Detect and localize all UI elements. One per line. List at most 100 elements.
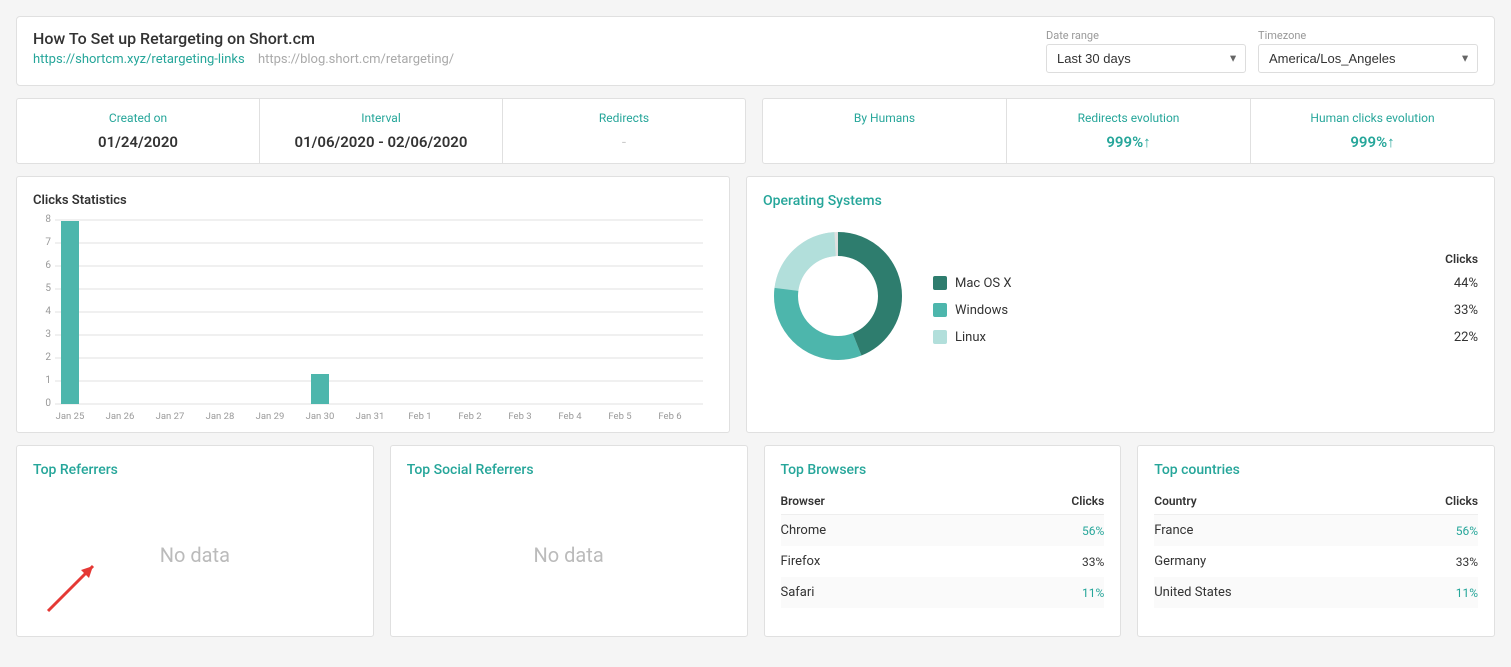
country-row-france: France 56% xyxy=(1154,515,1478,547)
date-range-select[interactable]: Last 30 days xyxy=(1046,44,1246,73)
stat-created-on: Created on 01/24/2020 xyxy=(17,99,260,163)
svg-text:Feb 5: Feb 5 xyxy=(608,411,631,422)
legend-name-mac: Mac OS X xyxy=(955,276,1454,291)
browser-col-header: Browser xyxy=(781,488,969,515)
legend-name-linux: Linux xyxy=(955,330,1454,345)
no-data-social: No data xyxy=(534,543,604,567)
country-pct: 33% xyxy=(1382,546,1478,577)
svg-text:0: 0 xyxy=(45,398,51,409)
stat-label: Redirects evolution xyxy=(1023,111,1234,125)
svg-text:Feb 6: Feb 6 xyxy=(658,411,681,422)
country-row-germany: Germany 33% xyxy=(1154,546,1478,577)
legend-item-mac: Mac OS X 44% xyxy=(933,276,1478,291)
svg-text:Jan 25: Jan 25 xyxy=(56,411,85,422)
controls-row: Date range Last 30 days ▼ Timezone Ameri… xyxy=(1046,29,1478,73)
legend-color-windows xyxy=(933,303,947,317)
top-browsers-title: Top Browsers xyxy=(781,462,1105,478)
svg-text:8: 8 xyxy=(45,214,51,225)
legend-color-mac xyxy=(933,276,947,290)
top-social-card: Top Social Referrers No data xyxy=(390,445,748,637)
legend-item-linux: Linux 22% xyxy=(933,330,1478,345)
os-title: Operating Systems xyxy=(763,193,1478,209)
browser-row-firefox: Firefox 33% xyxy=(781,546,1105,577)
stat-label: By Humans xyxy=(779,111,990,125)
stat-interval: Interval 01/06/2020 - 02/06/2020 xyxy=(260,99,503,163)
svg-text:3: 3 xyxy=(45,329,51,340)
stat-value: 01/24/2020 xyxy=(33,133,243,151)
top-countries-card: Top countries Country Clicks France 56% … xyxy=(1137,445,1495,637)
timezone-select[interactable]: America/Los_Angeles xyxy=(1258,44,1478,73)
stat-redirects-evolution: Redirects evolution 999%↑ xyxy=(1007,99,1251,163)
svg-text:Feb 1: Feb 1 xyxy=(408,411,431,422)
country-name: Germany xyxy=(1154,546,1381,577)
country-name: United States xyxy=(1154,577,1381,608)
country-col-header: Country xyxy=(1154,488,1381,515)
top-countries-title: Top countries xyxy=(1154,462,1478,478)
stat-human-clicks-evolution: Human clicks evolution 999%↑ xyxy=(1251,99,1494,163)
timezone-group: Timezone America/Los_Angeles ▼ xyxy=(1258,29,1478,73)
url-gray: https://blog.short.cm/retargeting/ xyxy=(258,52,454,67)
svg-text:4: 4 xyxy=(45,306,51,317)
svg-text:Feb 3: Feb 3 xyxy=(508,411,531,422)
top-referrers-title: Top Referrers xyxy=(33,462,357,478)
date-range-label: Date range xyxy=(1046,29,1246,42)
svg-text:Jan 28: Jan 28 xyxy=(206,411,235,422)
browser-pct: 56% xyxy=(969,515,1105,547)
stat-label: Human clicks evolution xyxy=(1267,111,1478,125)
legend-header: Clicks xyxy=(933,252,1478,266)
legend-pct-linux: 22% xyxy=(1454,330,1478,345)
svg-text:Jan 27: Jan 27 xyxy=(156,411,185,422)
legend-pct-windows: 33% xyxy=(1454,303,1478,318)
stat-redirects: Redirects - xyxy=(503,99,745,163)
legend-name-windows: Windows xyxy=(955,303,1454,318)
svg-text:Feb 4: Feb 4 xyxy=(558,411,582,422)
date-range-group: Date range Last 30 days ▼ xyxy=(1046,29,1246,73)
browser-row-chrome: Chrome 56% xyxy=(781,515,1105,547)
header-left: How To Set up Retargeting on Short.cm ht… xyxy=(33,29,454,67)
country-row-us: United States 11% xyxy=(1154,577,1478,608)
svg-text:Jan 31: Jan 31 xyxy=(356,411,385,422)
browser-name: Firefox xyxy=(781,546,969,577)
country-name: France xyxy=(1154,515,1381,547)
stat-label: Redirects xyxy=(519,111,729,125)
os-legend: Clicks Mac OS X 44% Windows 33% Lin xyxy=(933,252,1478,345)
browser-pct: 33% xyxy=(969,546,1105,577)
stat-value: 999%↑ xyxy=(1267,133,1478,151)
os-card: Operating Systems xyxy=(746,176,1495,433)
legend-item-windows: Windows 33% xyxy=(933,303,1478,318)
clicks-col-header: Clicks xyxy=(969,488,1105,515)
stat-value: 01/06/2020 - 02/06/2020 xyxy=(276,133,486,151)
svg-text:Jan 29: Jan 29 xyxy=(256,411,285,422)
svg-text:5: 5 xyxy=(45,283,51,294)
browsers-table: Browser Clicks Chrome 56% Firefox 33% Sa… xyxy=(781,488,1105,608)
chart-card: Clicks Statistics 0 1 2 3 4 5 6 7 8 xyxy=(16,176,730,433)
browser-name: Safari xyxy=(781,577,969,608)
chart-area: 0 1 2 3 4 5 6 7 8 xyxy=(33,216,713,416)
svg-text:Jan 30: Jan 30 xyxy=(306,411,335,422)
country-pct: 56% xyxy=(1382,515,1478,547)
timezone-label: Timezone xyxy=(1258,29,1478,42)
legend-color-linux xyxy=(933,330,947,344)
stat-value: - xyxy=(519,133,729,151)
stat-label: Interval xyxy=(276,111,486,125)
svg-text:7: 7 xyxy=(45,237,51,248)
clicks-col-header: Clicks xyxy=(1382,488,1478,515)
svg-text:Jan 26: Jan 26 xyxy=(106,411,135,422)
legend-pct-mac: 44% xyxy=(1454,276,1478,291)
country-pct: 11% xyxy=(1382,577,1478,608)
svg-text:Feb 2: Feb 2 xyxy=(458,411,481,422)
stat-label: Created on xyxy=(33,111,243,125)
page: How To Set up Retargeting on Short.cm ht… xyxy=(0,0,1511,667)
browser-name: Chrome xyxy=(781,515,969,547)
arrow-indicator xyxy=(33,556,113,620)
countries-table: Country Clicks France 56% Germany 33% Un… xyxy=(1154,488,1478,608)
stat-by-humans: By Humans xyxy=(763,99,1007,163)
url-green[interactable]: https://shortcm.xyz/retargeting-links xyxy=(33,52,245,67)
page-title: How To Set up Retargeting on Short.cm xyxy=(33,29,454,48)
svg-text:6: 6 xyxy=(45,260,51,271)
svg-text:2: 2 xyxy=(45,352,51,363)
stat-value: 999%↑ xyxy=(1023,133,1234,151)
browser-row-safari: Safari 11% xyxy=(781,577,1105,608)
svg-text:1: 1 xyxy=(45,375,51,386)
donut-chart xyxy=(763,221,913,375)
